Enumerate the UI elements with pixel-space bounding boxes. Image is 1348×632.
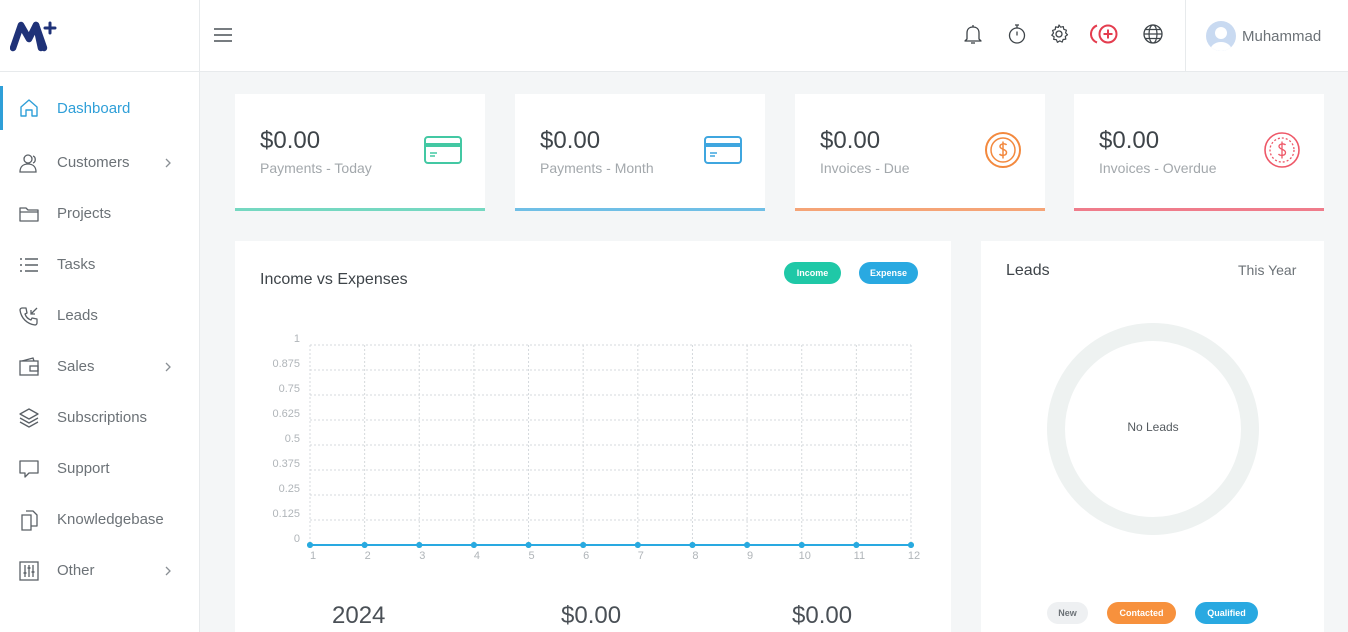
data-point-expense — [798, 542, 805, 548]
data-point-expense — [361, 542, 368, 548]
legend-qualified[interactable]: Qualified — [1195, 602, 1258, 624]
x-tick-label: 12 — [908, 550, 920, 562]
y-tick-label: 0.375 — [272, 458, 300, 470]
legend-new[interactable]: New — [1047, 602, 1088, 624]
legend-contacted[interactable]: Contacted — [1107, 602, 1176, 624]
leads-range-select[interactable]: This Year — [1238, 262, 1296, 278]
data-point-expense — [744, 542, 751, 548]
leads-empty-label: No Leads — [1127, 420, 1179, 434]
y-tick-label: 1 — [294, 333, 300, 345]
data-point-expense — [580, 542, 587, 548]
summary-year: 2024 — [332, 602, 386, 629]
x-tick-label: 11 — [854, 550, 865, 562]
data-point-expense — [416, 542, 423, 548]
data-point-expense — [525, 542, 532, 548]
x-tick-label: 9 — [747, 550, 753, 562]
x-tick-label: 10 — [799, 550, 811, 562]
data-point-expense — [853, 542, 860, 548]
x-tick-label: 5 — [528, 550, 534, 562]
y-tick-label: 0.125 — [272, 508, 300, 520]
data-point-expense — [908, 542, 914, 548]
data-point-expense — [689, 542, 696, 548]
x-tick-label: 8 — [692, 550, 698, 562]
data-point-expense — [634, 542, 641, 548]
x-tick-label: 3 — [419, 550, 425, 562]
x-tick-label: 4 — [474, 550, 480, 562]
summary-income-total: $0.00 — [561, 602, 622, 629]
data-point-expense — [470, 542, 477, 548]
y-tick-label: 0.25 — [279, 483, 300, 495]
y-tick-label: 0 — [294, 533, 300, 545]
x-tick-label: 7 — [638, 550, 644, 562]
y-tick-label: 0.875 — [272, 358, 300, 370]
x-tick-label: 1 — [310, 550, 316, 562]
data-point-expense — [307, 542, 313, 548]
leads-title: Leads — [1006, 262, 1050, 279]
x-tick-label: 6 — [583, 550, 589, 562]
y-tick-label: 0.625 — [272, 408, 300, 420]
y-tick-label: 0.75 — [279, 383, 300, 395]
x-tick-label: 2 — [365, 550, 371, 562]
summary-expense-total: $0.00 — [792, 602, 853, 629]
y-tick-label: 0.5 — [285, 433, 300, 445]
